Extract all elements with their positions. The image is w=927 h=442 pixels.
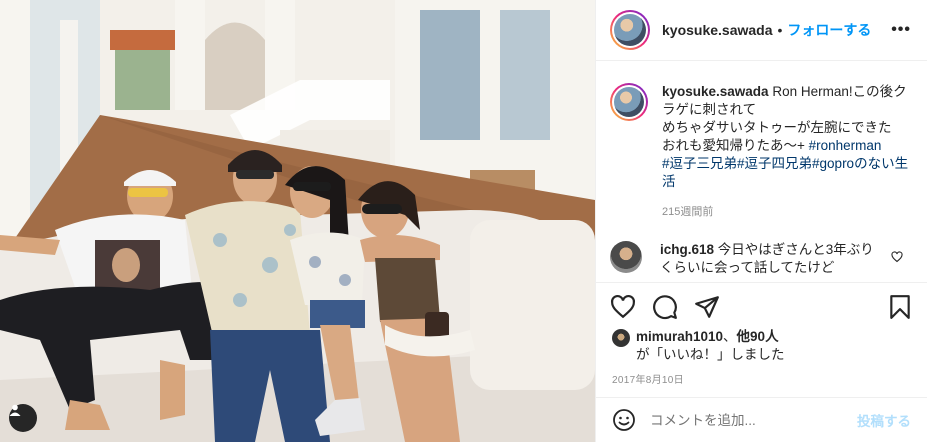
likes-suffix: が「いいね！」しました — [636, 347, 785, 362]
bookmark-icon[interactable] — [887, 294, 913, 320]
post-date[interactable]: 2017年8月10日 — [612, 371, 684, 386]
caption-avatar[interactable] — [610, 83, 648, 121]
commenter-username[interactable]: ichg.618 — [660, 242, 714, 257]
caption-username[interactable]: kyosuke.sawada — [662, 84, 769, 99]
caption-text: kyosuke.sawada Ron Herman!この後クラゲに刺されて めち… — [662, 83, 911, 191]
comment-input[interactable] — [650, 412, 857, 428]
likes-text: mimurah1010、他90人 が「いいね！」しました — [636, 328, 785, 364]
header-separator: • — [777, 22, 783, 38]
action-bar — [596, 282, 927, 330]
photo-image — [0, 0, 595, 442]
likes-others-link[interactable]: 他90人 — [737, 329, 779, 344]
caption-line-3: おれも愛知帰りたあ〜+ — [662, 138, 809, 153]
liker-avatar[interactable] — [612, 329, 630, 347]
liker-username[interactable]: mimurah1010 — [636, 329, 723, 344]
heart-icon[interactable] — [610, 294, 636, 320]
comment-like-heart-icon[interactable] — [891, 251, 903, 266]
person-icon — [9, 404, 21, 416]
more-options-icon[interactable]: ••• — [891, 21, 911, 39]
post-photo[interactable] — [0, 0, 595, 442]
paper-plane-icon[interactable] — [694, 294, 720, 320]
speech-bubble-icon[interactable] — [652, 294, 678, 320]
comment-text: ichg.618 今日やはぎさんと3年ぶりくらいに会って話してたけど — [660, 241, 885, 277]
hashtag-link[interactable]: #ronherman — [809, 138, 882, 153]
commenter-avatar[interactable] — [610, 241, 642, 273]
post-side-panel: kyosuke.sawada • フォローする ••• kyosuke.sawa… — [595, 0, 927, 442]
smiley-icon[interactable] — [612, 408, 636, 432]
user-tag-button[interactable] — [9, 404, 37, 432]
hashtag-link[interactable]: #逗子三兄弟 — [662, 156, 737, 171]
add-comment-bar: 投稿する — [596, 397, 927, 442]
caption: kyosuke.sawada Ron Herman!この後クラゲに刺されて めち… — [610, 83, 911, 191]
hashtag-link[interactable]: #逗子四兄弟 — [737, 156, 812, 171]
likes-separator: 、 — [723, 329, 737, 344]
follow-button[interactable]: フォローする — [787, 20, 871, 40]
comment-item: ichg.618 今日やはぎさんと3年ぶりくらいに会って話してたけど — [610, 241, 911, 277]
author-avatar[interactable] — [610, 10, 650, 50]
post-header: kyosuke.sawada • フォローする ••• — [596, 0, 927, 61]
likes-summary: mimurah1010、他90人 が「いいね！」しました — [612, 328, 911, 364]
author-username[interactable]: kyosuke.sawada — [662, 22, 773, 38]
comments-list[interactable]: kyosuke.sawada Ron Herman!この後クラゲに刺されて めち… — [596, 61, 927, 281]
caption-timestamp: 215週間前 — [662, 206, 714, 218]
caption-line-2: めちゃダサいタトゥーが左腕にできた — [662, 120, 892, 135]
post-comment-button[interactable]: 投稿する — [857, 410, 911, 430]
